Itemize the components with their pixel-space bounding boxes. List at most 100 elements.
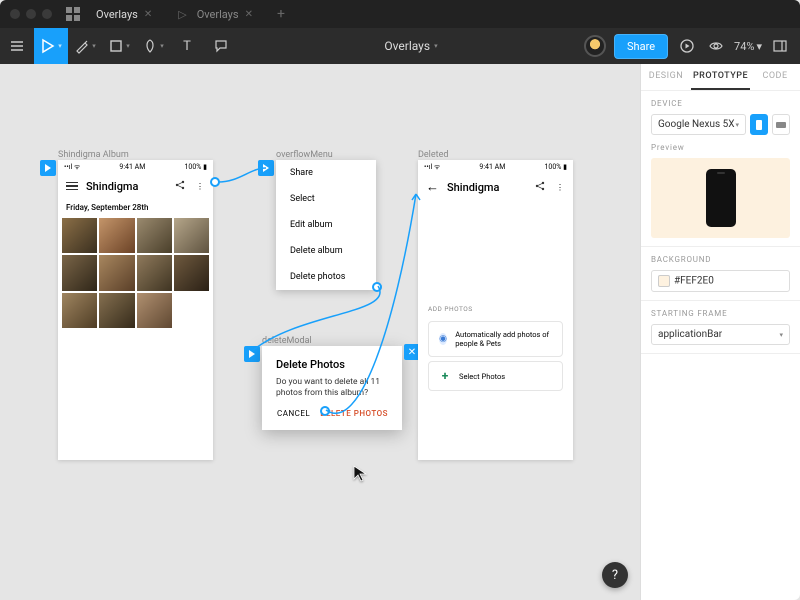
cancel-button[interactable]: CANCEL [277, 409, 310, 418]
connection-node[interactable] [320, 406, 330, 416]
photo-thumb[interactable] [62, 218, 97, 253]
orientation-landscape[interactable] [772, 114, 790, 135]
status-battery: 100% ▮ [184, 163, 207, 172]
device-select[interactable]: Google Nexus 5X ▾ [651, 114, 746, 135]
modal-body: Do you want to delete all 11 photos from… [276, 377, 388, 399]
menu-item-edit-album[interactable]: Edit album [276, 212, 376, 238]
canvas[interactable]: Shindigma Album ••ıl ᯤ 9:41 AM 100% ▮ Sh… [0, 64, 640, 600]
present-button[interactable] [676, 28, 698, 64]
chevron-down-icon: ▾ [126, 42, 130, 50]
connection-node[interactable] [372, 282, 382, 292]
frame-label[interactable]: deleteModal [262, 336, 312, 346]
photo-thumb[interactable] [137, 218, 172, 253]
maximize-icon[interactable] [42, 9, 52, 19]
orientation-portrait[interactable] [750, 114, 768, 135]
zoom-control[interactable]: 74% ▾ [734, 40, 762, 53]
connection-node[interactable] [210, 177, 220, 187]
menu-button[interactable] [0, 28, 34, 64]
section-label: DEVICE [651, 99, 790, 108]
right-panel: DESIGN PROTOTYPE CODE DEVICE Google Nexu… [640, 64, 800, 600]
frame-deleted[interactable]: ••ıl ᯤ 9:41 AM 100% ▮ ← Shindigma ⋮ ADD … [418, 160, 573, 460]
share-icon[interactable] [534, 180, 546, 194]
view-button[interactable] [706, 28, 726, 64]
close-icon[interactable] [10, 9, 20, 19]
background-color-input[interactable]: #FEF2E0 [651, 270, 790, 292]
menu-item-delete-album[interactable]: Delete album [276, 238, 376, 264]
status-time: 9:41 AM [119, 163, 145, 172]
frame-label[interactable]: overflowMenu [276, 150, 333, 160]
card-auto-add[interactable]: ◉ Automatically add photos of people & P… [428, 321, 563, 357]
add-tab-button[interactable]: + [269, 6, 293, 22]
hamburger-icon[interactable] [66, 182, 78, 191]
comment-tool[interactable] [204, 28, 238, 64]
more-icon[interactable]: ⋮ [196, 182, 205, 191]
chevron-down-icon: ▾ [756, 40, 762, 53]
photo-thumb[interactable] [174, 218, 209, 253]
tab-overlays-2[interactable]: ▷ Overlays ✕ [168, 0, 263, 28]
plus-icon: + [439, 370, 451, 382]
photo-thumb[interactable] [99, 218, 134, 253]
phone-icon [706, 169, 736, 227]
menu-item-select[interactable]: Select [276, 186, 376, 212]
photo-thumb[interactable] [137, 293, 172, 328]
app-bar: ← Shindigma ⋮ [418, 175, 573, 201]
signal-icon: ••ıl ᯤ [64, 163, 80, 172]
text-tool[interactable]: T [170, 28, 204, 64]
status-bar: ••ıl ᯤ 9:41 AM 100% ▮ [58, 160, 213, 175]
color-swatch [658, 275, 670, 287]
menu-item-share[interactable]: Share [276, 160, 376, 186]
frame-overflow-menu[interactable]: Share Select Edit album Delete album Del… [276, 160, 376, 290]
prototype-tool[interactable]: ▾ [34, 28, 68, 64]
shape-tool[interactable]: ▾ [102, 28, 136, 64]
share-icon[interactable] [174, 179, 186, 193]
app-switcher-icon[interactable] [66, 7, 80, 21]
menu-item-delete-photos[interactable]: Delete photos [276, 264, 376, 290]
tab-design[interactable]: DESIGN [641, 64, 691, 90]
close-tab-icon[interactable]: ✕ [245, 9, 253, 20]
tab-label: Overlays [96, 8, 138, 21]
avatar[interactable] [584, 35, 606, 57]
starting-frame-select[interactable]: applicationBar ▾ [651, 324, 790, 345]
photo-grid [58, 218, 213, 328]
date-header: Friday, September 28th [58, 199, 213, 218]
globe-icon: ◉ [439, 333, 447, 345]
chevron-down-icon: ▾ [735, 121, 739, 129]
section-label: STARTING FRAME [651, 309, 790, 318]
page-title: Shindigma [86, 180, 138, 193]
minimize-icon[interactable] [26, 9, 36, 19]
panel-toggle[interactable] [770, 28, 790, 64]
chevron-down-icon: ▾ [160, 42, 164, 50]
help-button[interactable]: ? [602, 562, 628, 588]
section-label: ADD PHOTOS [418, 301, 573, 317]
pen-tool[interactable]: ▾ [68, 28, 102, 64]
tab-overlays-1[interactable]: Overlays ✕ [86, 0, 162, 28]
photo-thumb[interactable] [62, 293, 97, 328]
frame-proto-badge[interactable] [40, 160, 56, 176]
frame-shindigma-album[interactable]: ••ıl ᯤ 9:41 AM 100% ▮ Shindigma ⋮ Friday… [58, 160, 213, 460]
photo-thumb[interactable] [99, 255, 134, 290]
frame-delete-modal[interactable]: ✕ Delete Photos Do you want to delete al… [262, 346, 402, 430]
chevron-down-icon: ▾ [779, 331, 783, 339]
back-icon[interactable]: ← [426, 179, 439, 195]
cursor-icon [352, 464, 370, 482]
window-controls[interactable] [10, 9, 52, 19]
more-icon[interactable]: ⋮ [556, 183, 565, 192]
photo-thumb[interactable] [62, 255, 97, 290]
photo-thumb[interactable] [137, 255, 172, 290]
frame-label[interactable]: Shindigma Album [58, 150, 129, 160]
delete-photos-button[interactable]: DELETE PHOTOS [320, 409, 388, 418]
tab-code[interactable]: CODE [750, 64, 800, 90]
frame-label[interactable]: Deleted [418, 150, 448, 160]
tab-prototype[interactable]: PROTOTYPE [691, 64, 750, 90]
document-title[interactable]: Overlays ▾ [238, 39, 584, 53]
share-button[interactable]: Share [614, 34, 668, 59]
card-select-photos[interactable]: + Select Photos [428, 361, 563, 391]
photo-thumb[interactable] [174, 255, 209, 290]
close-tab-icon[interactable]: ✕ [144, 9, 152, 20]
frame-proto-badge[interactable] [244, 346, 260, 362]
photo-thumb[interactable] [99, 293, 134, 328]
frame-proto-badge[interactable] [258, 160, 274, 176]
main: Shindigma Album ••ıl ᯤ 9:41 AM 100% ▮ Sh… [0, 64, 800, 600]
app-bar: Shindigma ⋮ [58, 175, 213, 199]
vector-tool[interactable]: ▾ [136, 28, 170, 64]
